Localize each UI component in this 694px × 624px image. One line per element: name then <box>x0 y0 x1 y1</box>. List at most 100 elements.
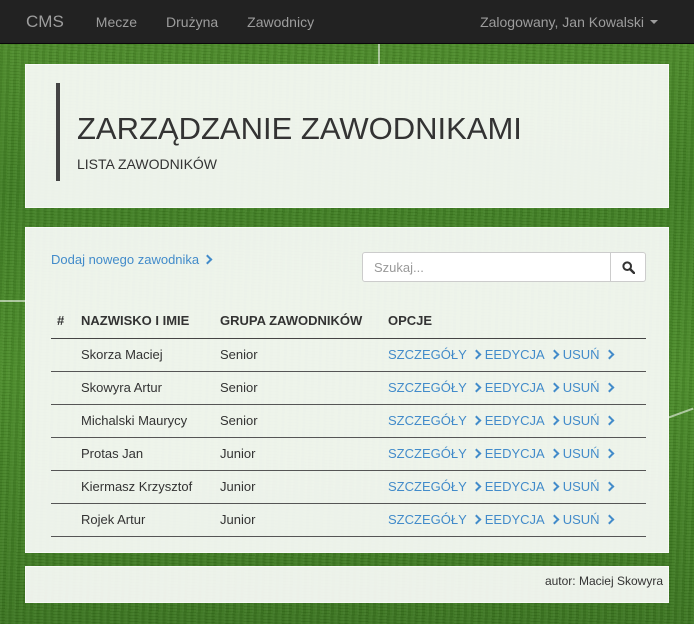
edit-link[interactable]: EEDYCJA <box>484 380 560 395</box>
page-subtitle: LISTA ZAWODNIKÓW <box>77 156 218 172</box>
column-header-number: # <box>51 304 75 339</box>
chevron-right-icon <box>549 415 560 426</box>
player-name: Protas Jan <box>75 437 214 471</box>
table-row: Skowyra Artur Senior SZCZEGÓŁY EEDYCJA USUŃ <box>51 371 646 405</box>
chevron-right-icon <box>604 514 615 525</box>
row-options: SZCZEGÓŁY EEDYCJA USUŃ <box>382 470 646 504</box>
player-group: Senior <box>214 404 382 438</box>
delete-link[interactable]: USUŃ <box>562 479 615 494</box>
details-label: SZCZEGÓŁY <box>388 413 467 428</box>
edit-link[interactable]: EEDYCJA <box>484 512 560 527</box>
details-link[interactable]: SZCZEGÓŁY <box>388 347 482 362</box>
edit-label: EEDYCJA <box>484 347 545 362</box>
edit-link[interactable]: EEDYCJA <box>484 446 560 461</box>
row-options: SZCZEGÓŁY EEDYCJA USUŃ <box>382 338 646 372</box>
player-name: Rojek Artur <box>75 503 214 537</box>
details-link[interactable]: SZCZEGÓŁY <box>388 479 482 494</box>
chevron-right-icon <box>604 415 615 426</box>
player-group: Senior <box>214 338 382 372</box>
top-navbar: CMS Mecze Drużyna Zawodnicy Zalogowany, … <box>0 0 694 44</box>
nav-link-team[interactable]: Drużyna <box>161 14 223 30</box>
chevron-right-icon <box>604 382 615 393</box>
details-label: SZCZEGÓŁY <box>388 347 467 362</box>
chevron-right-icon <box>471 382 482 393</box>
search-icon <box>621 260 635 274</box>
header-accent-bar <box>56 83 60 181</box>
details-link[interactable]: SZCZEGÓŁY <box>388 380 482 395</box>
player-group: Junior <box>214 437 382 471</box>
player-group: Junior <box>214 503 382 537</box>
delete-label: USUŃ <box>562 380 600 395</box>
table-row: Rojek Artur Junior SZCZEGÓŁY EEDYCJA USUŃ <box>51 503 646 537</box>
chevron-right-icon <box>549 514 560 525</box>
add-player-label: Dodaj nowego zawodnika <box>51 252 200 267</box>
page-header: ZARZĄDZANIE ZAWODNIKAMI LISTA ZAWODNIKÓW <box>25 64 669 208</box>
footer: autor: Maciej Skowyra <box>25 566 669 603</box>
chevron-right-icon <box>549 382 560 393</box>
details-label: SZCZEGÓŁY <box>388 479 467 494</box>
delete-label: USUŃ <box>562 479 600 494</box>
column-header-name: NAZWISKO I IMIE <box>75 304 214 339</box>
nav-link-matches[interactable]: Mecze <box>91 14 142 30</box>
row-number <box>51 371 75 405</box>
row-options: SZCZEGÓŁY EEDYCJA USUŃ <box>382 437 646 471</box>
search-button[interactable] <box>610 252 646 282</box>
delete-link[interactable]: USUŃ <box>562 512 615 527</box>
delete-link[interactable]: USUŃ <box>562 380 615 395</box>
chevron-right-icon <box>471 415 482 426</box>
table-row: Skorza Maciej Senior SZCZEGÓŁY EEDYCJA USUŃ <box>51 338 646 372</box>
page-title: ZARZĄDZANIE ZAWODNIKAMI <box>77 111 522 146</box>
details-link[interactable]: SZCZEGÓŁY <box>388 446 482 461</box>
edit-label: EEDYCJA <box>484 380 545 395</box>
row-number <box>51 470 75 504</box>
row-number <box>51 338 75 372</box>
chevron-right-icon <box>202 254 213 265</box>
caret-down-icon <box>650 20 658 24</box>
table-row: Protas Jan Junior SZCZEGÓŁY EEDYCJA USUŃ <box>51 437 646 471</box>
delete-link[interactable]: USUŃ <box>563 446 615 461</box>
edit-link[interactable]: EEDYCJA <box>484 479 560 494</box>
edit-label: EEDYCJA <box>484 479 545 494</box>
user-menu-dropdown[interactable]: Zalogowany, Jan Kowalski <box>480 0 658 44</box>
row-number <box>51 503 75 537</box>
details-label: SZCZEGÓŁY <box>388 380 467 395</box>
table-row: Kiermasz Krzysztof Junior SZCZEGÓŁY EEDYCJA… <box>51 470 646 504</box>
chevron-right-icon <box>471 349 482 360</box>
details-link[interactable]: SZCZEGÓŁY <box>388 512 482 527</box>
chevron-right-icon <box>471 514 482 525</box>
edit-link[interactable]: EEDYCJA <box>484 413 560 428</box>
row-number <box>51 437 75 471</box>
user-menu-label: Zalogowany, Jan Kowalski <box>480 14 644 30</box>
player-name: Skowyra Artur <box>75 371 214 405</box>
column-header-options: OPCJE <box>382 304 646 339</box>
player-name: Michalski Maurycy <box>75 404 214 438</box>
chevron-right-icon <box>549 481 560 492</box>
nav-link-players[interactable]: Zawodnicy <box>242 14 319 30</box>
chevron-right-icon <box>604 349 615 360</box>
delete-label: USUŃ <box>562 347 600 362</box>
edit-label: EEDYCJA <box>484 446 545 461</box>
player-group: Senior <box>214 371 382 405</box>
search-input[interactable] <box>362 252 611 282</box>
column-header-group: GRUPA ZAWODNIKÓW <box>214 304 382 339</box>
player-name: Skorza Maciej <box>75 338 214 372</box>
details-link[interactable]: SZCZEGÓŁY <box>388 413 482 428</box>
table-row: Michalski Maurycy Senior SZCZEGÓŁY EEDYCJA U… <box>51 404 646 438</box>
add-player-link[interactable]: Dodaj nowego zawodnika <box>51 252 213 267</box>
brand-link[interactable]: CMS <box>26 12 64 32</box>
chevron-right-icon <box>549 448 560 459</box>
edit-label: EEDYCJA <box>484 512 545 527</box>
edit-label: EEDYCJA <box>484 413 545 428</box>
pitch-line <box>0 300 26 302</box>
details-label: SZCZEGÓŁY <box>388 512 467 527</box>
delete-link[interactable]: USUŃ <box>562 347 615 362</box>
delete-label: USUŃ <box>562 512 600 527</box>
pitch-line <box>378 44 380 66</box>
delete-link[interactable]: USUŃ <box>563 413 615 428</box>
chevron-right-icon <box>604 448 615 459</box>
chevron-right-icon <box>471 481 482 492</box>
edit-link[interactable]: EEDYCJA <box>484 347 560 362</box>
row-options: SZCZEGÓŁY EEDYCJA USUŃ <box>382 371 646 405</box>
footer-author: autor: Maciej Skowyra <box>544 574 663 588</box>
row-options: SZCZEGÓŁY EEDYCJA USUŃ <box>382 503 646 537</box>
